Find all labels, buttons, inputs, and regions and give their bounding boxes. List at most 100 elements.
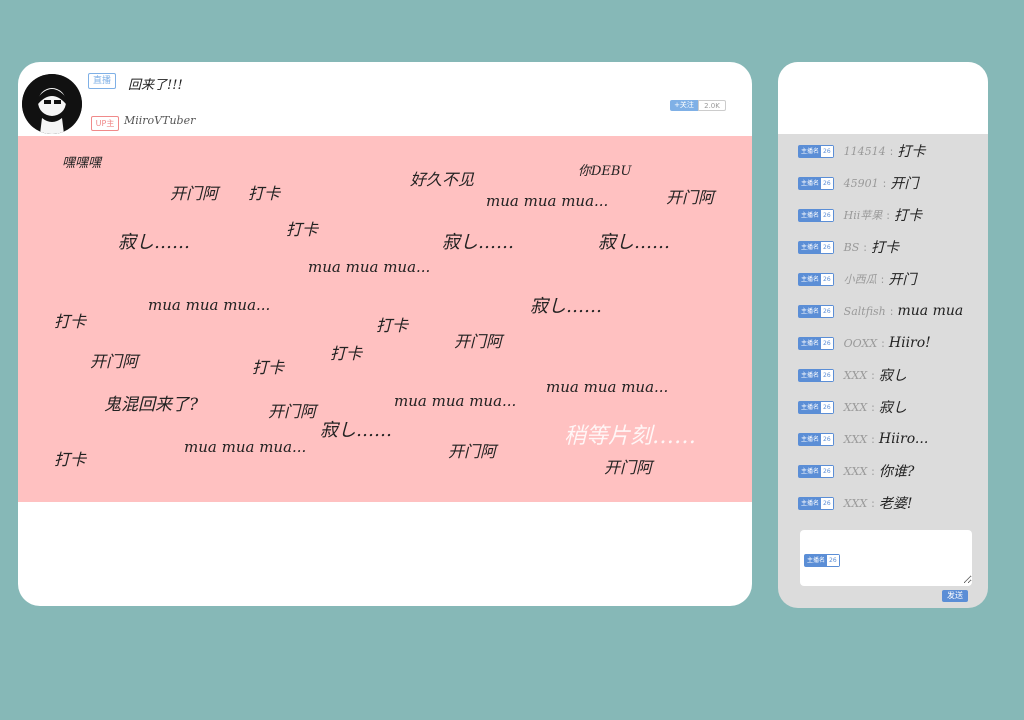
danmaku-comment: 寂し…… xyxy=(442,232,514,253)
danmaku-comment: 打卡 xyxy=(376,316,409,335)
danmaku-comment: 打卡 xyxy=(54,450,87,469)
chat-separator: : xyxy=(871,368,875,382)
chat-message: 主播名 26 XXX: 寂し xyxy=(798,398,907,416)
danmaku-comment: 开门阿 xyxy=(268,402,317,421)
chat-message: 主播名 26 XXX: 你谁? xyxy=(798,462,914,480)
stream-title: 回来了!!! xyxy=(128,78,183,93)
medal-level: 26 xyxy=(821,145,833,157)
chat-separator: : xyxy=(871,400,875,414)
chat-message: 主播名 26 小西瓜: 开门 xyxy=(798,270,916,288)
streamer-name[interactable]: MiiroVTuber xyxy=(124,114,195,127)
fan-medal-badge: 主播名 26 xyxy=(798,336,834,350)
chat-separator: : xyxy=(889,144,894,158)
chat-text: 寂し xyxy=(878,368,907,384)
chat-text: 开门 xyxy=(888,272,917,288)
danmaku-comment: 寂し…… xyxy=(320,420,392,441)
chat-text: 你谁? xyxy=(878,464,915,480)
chat-username[interactable]: 114514 xyxy=(844,145,886,158)
chat-username[interactable]: Hii苹果 xyxy=(844,207,883,223)
medal-name: 主播名 xyxy=(799,241,822,253)
medal-level: 26 xyxy=(821,241,833,253)
danmaku-comment: 打卡 xyxy=(330,344,363,363)
danmaku-comment: 寂し…… xyxy=(530,296,602,317)
danmaku-comment: 嘿嘿嘿 xyxy=(62,156,102,171)
danmaku-comment: mua mua mua... xyxy=(308,258,431,276)
fan-medal-badge: 主播名 26 xyxy=(798,464,834,478)
chat-username[interactable]: XXX xyxy=(844,369,868,382)
avatar[interactable] xyxy=(22,74,82,134)
chat-message: 主播名 26 114514: 打卡 xyxy=(798,142,925,160)
danmaku-comment: 好久不见 xyxy=(410,170,475,189)
chat-input[interactable] xyxy=(848,534,972,584)
medal-name: 主播名 xyxy=(799,433,822,445)
chat-username[interactable]: XXX xyxy=(844,465,868,478)
medal-level: 26 xyxy=(827,555,839,566)
fan-medal-badge: 主播名 26 xyxy=(798,144,834,158)
chat-message: 主播名 26 45901: 开门 xyxy=(798,174,918,192)
medal-name: 主播名 xyxy=(805,555,828,566)
stream-panel: 直播 回来了!!! UP主 MiiroVTuber +关注 2.0K 嘿嘿嘿 开… xyxy=(18,62,752,606)
danmaku-comment: 开门阿 xyxy=(90,352,139,371)
danmaku-comment: 开门阿 xyxy=(454,332,503,351)
medal-level: 26 xyxy=(821,209,833,221)
medal-level: 26 xyxy=(821,273,833,285)
chat-text: mua mua xyxy=(897,303,964,319)
chat-separator: : xyxy=(881,336,885,350)
medal-level: 26 xyxy=(821,433,833,445)
chat-text: 老婆! xyxy=(878,496,913,512)
fan-medal-badge[interactable]: 主播名 26 xyxy=(804,554,840,567)
medal-name: 主播名 xyxy=(799,465,822,477)
chat-input-area: 主播名 26 xyxy=(800,530,972,586)
chat-message: 主播名 26 BS: 打卡 xyxy=(798,238,899,256)
chat-username[interactable]: Saltfish xyxy=(844,305,886,318)
danmaku-comment: 鬼混回来了? xyxy=(104,395,199,415)
medal-level: 26 xyxy=(821,401,833,413)
send-button[interactable]: 发送 xyxy=(942,590,968,602)
medal-level: 26 xyxy=(821,497,833,509)
chat-text: 开门 xyxy=(890,176,919,192)
fan-medal-badge: 主播名 26 xyxy=(798,304,834,318)
chat-username[interactable]: BS xyxy=(844,241,860,254)
medal-name: 主播名 xyxy=(799,177,822,189)
medal-name: 主播名 xyxy=(799,497,822,509)
chat-message: 主播名 26 OOXX: Hiiro! xyxy=(798,334,931,352)
follow-button[interactable]: +关注 xyxy=(670,100,698,111)
medal-level: 26 xyxy=(821,465,833,477)
chat-text: 寂し xyxy=(878,400,907,416)
danmaku-comment: 开门阿 xyxy=(666,188,715,207)
chat-message: 主播名 26 XXX: Hiiro... xyxy=(798,430,928,448)
medal-level: 26 xyxy=(821,305,833,317)
fan-medal-badge: 主播名 26 xyxy=(798,368,834,382)
medal-level: 26 xyxy=(821,369,833,381)
chat-text: Hiiro... xyxy=(878,431,929,447)
medal-level: 26 xyxy=(821,337,833,349)
chat-separator: : xyxy=(889,304,894,318)
chat-message: 主播名 26 Hii苹果: 打卡 xyxy=(798,206,922,224)
chat-username[interactable]: XXX xyxy=(844,497,868,510)
chat-header xyxy=(778,62,988,134)
danmaku-comment: 打卡 xyxy=(286,220,319,239)
chat-username[interactable]: 45901 xyxy=(844,177,879,190)
fan-medal-badge: 主播名 26 xyxy=(798,272,834,286)
danmaku-comment: 开门阿 xyxy=(604,458,653,477)
chat-panel: 主播名 26 114514: 打卡 主播名 26 45901: 开门 主播名 26 Hii… xyxy=(778,62,988,608)
danmaku-comment: 寂し…… xyxy=(118,232,190,253)
medal-name: 主播名 xyxy=(799,145,822,157)
danmaku-comment: 开门阿 xyxy=(448,442,497,461)
chat-separator: : xyxy=(871,496,875,510)
chat-username[interactable]: OOXX xyxy=(844,337,878,350)
chat-text: Hiiro! xyxy=(888,335,931,351)
video-player[interactable]: 嘿嘿嘿 开门阿 打卡 好久不见 你DEBU mua mua mua... 开门阿… xyxy=(18,136,752,502)
medal-name: 主播名 xyxy=(799,369,822,381)
chat-username[interactable]: 小西瓜 xyxy=(844,271,877,287)
up-badge: UP主 xyxy=(91,116,119,131)
chat-separator: : xyxy=(886,208,891,222)
chat-username[interactable]: XXX xyxy=(844,401,868,414)
danmaku-comment: 寂し…… xyxy=(598,232,670,253)
medal-name: 主播名 xyxy=(799,401,822,413)
danmaku-comment: mua mua mua... xyxy=(394,392,517,410)
danmaku-comment: mua mua mua... xyxy=(486,192,609,210)
chat-text: 打卡 xyxy=(894,208,923,224)
chat-username[interactable]: XXX xyxy=(844,433,868,446)
fan-medal-badge: 主播名 26 xyxy=(798,496,834,510)
